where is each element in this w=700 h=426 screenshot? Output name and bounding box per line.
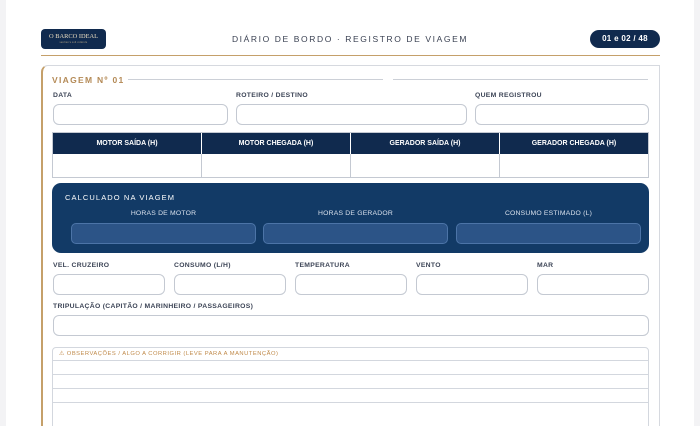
cruise-speed-field[interactable] (53, 274, 165, 295)
date-label: DATA (53, 92, 73, 99)
crew-label: TRIPULAÇÃO (CAPITÃO / MARINHEIRO / PASSA… (53, 303, 254, 310)
route-label: ROTEIRO / DESTINO (236, 92, 308, 99)
header-motor-departure: MOTOR SAÍDA (H) (53, 133, 202, 154)
observations-box[interactable]: ⚠ OBSERVAÇÕES / ALGO A CORRIGIR (LEVE PA… (52, 347, 649, 426)
observations-label: ⚠ OBSERVAÇÕES / ALGO A CORRIGIR (LEVE PA… (59, 351, 279, 357)
generator-departure-cell[interactable] (351, 154, 500, 177)
logbook-page: O BARCO IDEAL seu barco sob controle DIÁ… (6, 0, 694, 426)
crew-field[interactable] (53, 315, 649, 336)
hours-table-row (53, 154, 648, 177)
header-generator-arrival: GERADOR CHEGADA (H) (531, 140, 617, 147)
engine-hours-field[interactable] (71, 223, 256, 244)
observation-line (53, 374, 648, 375)
voyage-title-rule (128, 79, 383, 80)
sea-field[interactable] (537, 274, 649, 295)
cruise-speed-label: VEL. CRUZEIRO (53, 262, 110, 269)
engine-hours-label: HORAS DE MOTOR (130, 210, 197, 217)
consumption-field[interactable] (174, 274, 286, 295)
generator-arrival-cell[interactable] (500, 154, 648, 177)
wind-field[interactable] (416, 274, 528, 295)
header-generator-departure: GERADOR SAÍDA (H) (351, 133, 500, 154)
generator-hours-label: HORAS DE GERADOR (318, 210, 393, 217)
header-divider (41, 55, 660, 56)
calculated-title: CALCULADO NA VIAGEM (65, 193, 176, 202)
route-field[interactable] (236, 104, 467, 125)
hours-table-header: MOTOR SAÍDA (H) MOTOR CHEGADA (H) GERADO… (53, 133, 648, 154)
motor-arrival-cell[interactable] (202, 154, 351, 177)
hours-table: MOTOR SAÍDA (H) MOTOR CHEGADA (H) GERADO… (52, 132, 649, 178)
consumption-label: CONSUMO (L/H) (174, 262, 231, 269)
sea-label: MAR (537, 262, 554, 269)
generator-hours-field[interactable] (263, 223, 448, 244)
page-number-badge: 01 e 02 / 48 (590, 30, 660, 48)
voyage-title-rule-2 (393, 79, 648, 80)
estimated-consumption-field[interactable] (456, 223, 641, 244)
observation-line (53, 360, 648, 361)
recorded-by-field[interactable] (475, 104, 649, 125)
calculated-panel: CALCULADO NA VIAGEM HORAS DE MOTOR HORAS… (52, 183, 649, 253)
page-header: O BARCO IDEAL seu barco sob controle DIÁ… (6, 0, 694, 60)
header-motor-arrival: MOTOR CHEGADA (H) (202, 133, 351, 154)
date-field[interactable] (53, 104, 228, 125)
observation-line (53, 388, 648, 389)
observation-line (53, 402, 648, 403)
recorded-by-label: QUEM REGISTROU (475, 92, 542, 99)
estimated-consumption-label: CONSUMO ESTIMADO (L) (504, 210, 593, 217)
voyage-title: VIAGEM Nº 01 (52, 75, 125, 85)
temperature-label: TEMPERATURA (295, 262, 350, 269)
wind-label: VENTO (416, 262, 441, 269)
motor-departure-cell[interactable] (53, 154, 202, 177)
temperature-field[interactable] (295, 274, 407, 295)
